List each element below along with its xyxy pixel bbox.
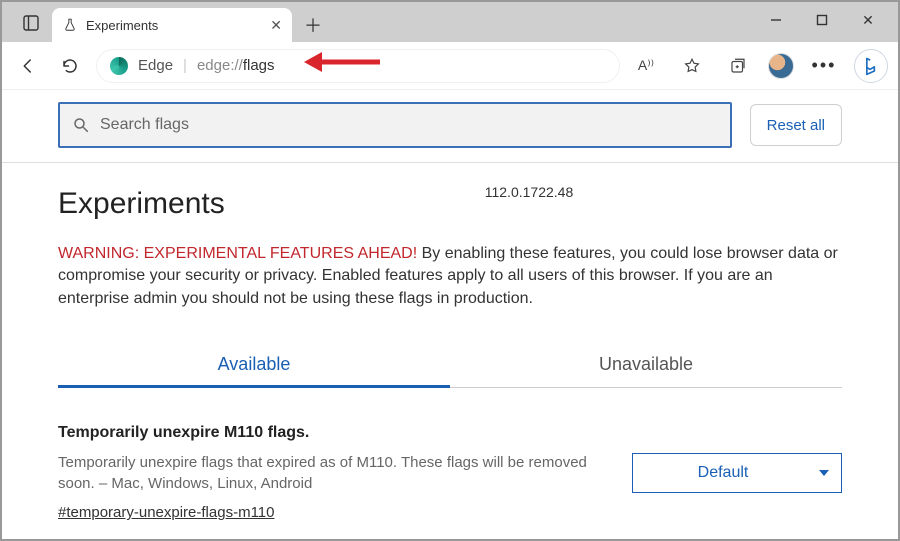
- flag-item: Temporarily unexpire M110 flags. Tempora…: [58, 424, 842, 522]
- browser-tab[interactable]: Experiments ✕: [52, 8, 292, 42]
- address-url-path: flags: [243, 57, 275, 74]
- flag-anchor-link[interactable]: #temporary-unexpire-flags-m110: [58, 504, 274, 521]
- collections-button[interactable]: [722, 50, 754, 82]
- address-url: edge://flags: [197, 57, 275, 74]
- warning-text: WARNING: EXPERIMENTAL FEATURES AHEAD! By…: [58, 243, 842, 310]
- toolbar-trailing: A⁾⁾ •••: [630, 49, 888, 83]
- flag-state-value: Default: [698, 464, 749, 482]
- address-bar[interactable]: Edge | edge://flags: [96, 49, 620, 83]
- vertical-tabs-button[interactable]: [14, 6, 48, 40]
- close-window-button[interactable]: ✕: [854, 6, 882, 34]
- flags-search-input[interactable]: Search flags: [58, 102, 732, 148]
- warning-prefix: WARNING: EXPERIMENTAL FEATURES AHEAD!: [58, 245, 417, 262]
- back-button[interactable]: [12, 50, 44, 82]
- tab-strip: Experiments ✕ ＋: [2, 2, 328, 42]
- more-menu-button[interactable]: •••: [808, 50, 840, 82]
- tab-unavailable[interactable]: Unavailable: [450, 344, 842, 387]
- tab-title: Experiments: [86, 18, 262, 33]
- tab-available[interactable]: Available: [58, 344, 450, 387]
- flag-description: Temporarily unexpire flags that expired …: [58, 452, 608, 494]
- read-aloud-button[interactable]: A⁾⁾: [630, 50, 662, 82]
- browser-toolbar: Edge | edge://flags A⁾⁾ •••: [2, 42, 898, 90]
- flags-search-placeholder: Search flags: [100, 116, 189, 134]
- page-content: Search flags Reset all Experiments 112.0…: [2, 90, 898, 539]
- profile-avatar[interactable]: [768, 53, 794, 79]
- flags-tabs: Available Unavailable: [58, 344, 842, 388]
- tab-close-icon[interactable]: ✕: [270, 17, 282, 34]
- reset-all-button[interactable]: Reset all: [750, 104, 842, 146]
- flag-title: Temporarily unexpire M110 flags.: [58, 424, 608, 442]
- minimize-button[interactable]: [762, 6, 790, 34]
- new-tab-button[interactable]: ＋: [298, 10, 328, 40]
- address-separator: |: [183, 57, 187, 74]
- flag-state-select[interactable]: Default: [632, 453, 842, 493]
- search-icon: [72, 116, 90, 134]
- window-controls: ✕: [762, 6, 894, 34]
- refresh-button[interactable]: [54, 50, 86, 82]
- edge-logo-icon: [110, 57, 128, 75]
- maximize-button[interactable]: [808, 6, 836, 34]
- address-brand: Edge: [138, 57, 173, 74]
- page-viewport[interactable]: Search flags Reset all Experiments 112.0…: [2, 90, 898, 539]
- bing-chat-button[interactable]: [854, 49, 888, 83]
- address-url-scheme: edge://: [197, 57, 243, 74]
- flask-icon: [62, 17, 78, 33]
- favorite-button[interactable]: [676, 50, 708, 82]
- page-title: Experiments: [58, 187, 225, 221]
- browser-version: 112.0.1722.48: [485, 184, 574, 200]
- title-bar: Experiments ✕ ＋ ✕: [2, 2, 898, 42]
